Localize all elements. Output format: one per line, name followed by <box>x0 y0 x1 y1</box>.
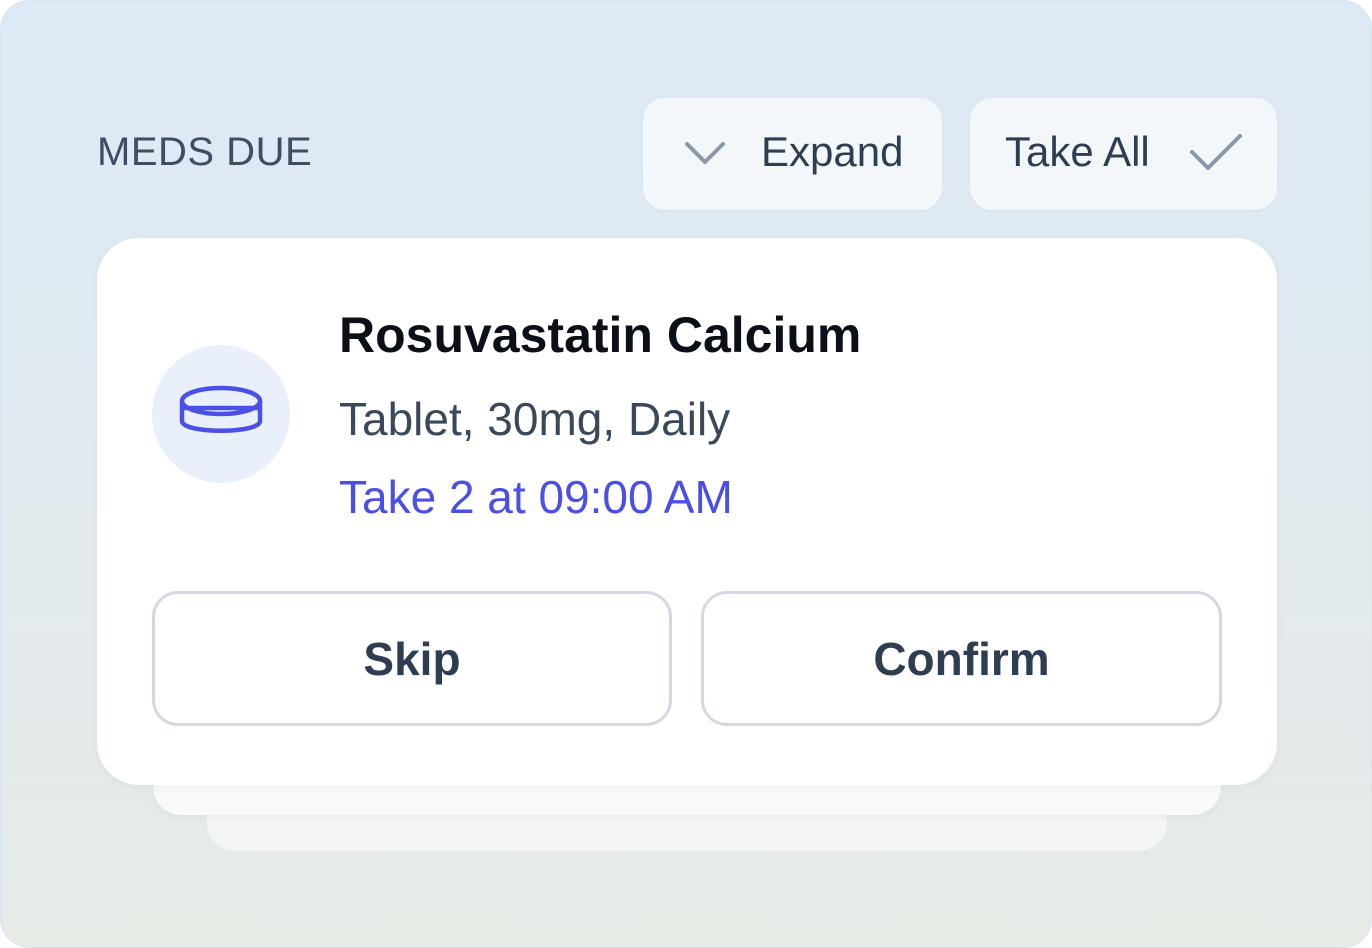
chevron-down-icon <box>685 142 725 164</box>
expand-label: Expand <box>761 128 904 175</box>
take-all-label: Take All <box>1005 128 1150 175</box>
skip-button[interactable]: Skip <box>152 591 672 726</box>
take-all-button[interactable]: Take All <box>970 98 1277 210</box>
medication-detail: Tablet, 30mg, Daily <box>339 393 731 445</box>
meds-due-widget: MEDS DUE Expand Take All Rosuvastatin Ca… <box>0 0 1372 948</box>
confirm-button[interactable]: Confirm <box>701 591 1222 726</box>
section-title: MEDS DUE <box>97 130 313 174</box>
medication-icon-badge <box>152 345 290 483</box>
checkmark-icon <box>1190 134 1242 170</box>
expand-button[interactable]: Expand <box>643 98 942 210</box>
medication-card: Rosuvastatin Calcium Tablet, 30mg, Daily… <box>97 238 1277 785</box>
medication-name: Rosuvastatin Calcium <box>339 307 862 363</box>
medication-schedule: Take 2 at 09:00 AM <box>339 471 733 523</box>
pill-tablet-icon <box>179 385 263 433</box>
